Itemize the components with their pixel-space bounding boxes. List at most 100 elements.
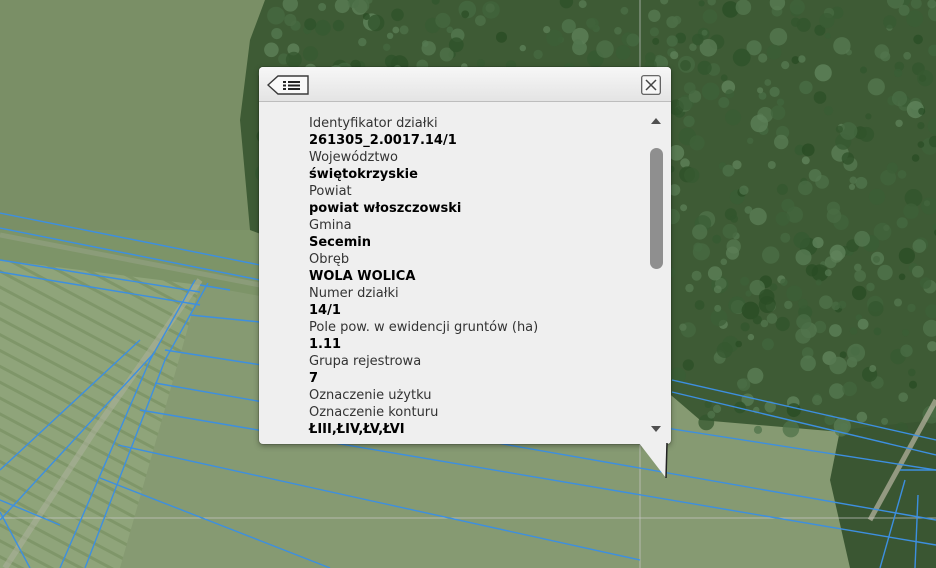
tree: [399, 25, 409, 35]
tree: [578, 0, 587, 9]
tree: [856, 411, 868, 423]
tree: [911, 154, 920, 162]
tree: [747, 333, 755, 341]
tree: [448, 37, 464, 53]
tree: [854, 230, 870, 247]
tree: [682, 359, 694, 371]
tree: [814, 64, 832, 82]
tree: [907, 303, 916, 313]
tree: [769, 86, 780, 97]
tree: [680, 60, 691, 71]
tree: [800, 355, 816, 372]
field-value: 1.11: [309, 337, 342, 352]
tree: [775, 211, 790, 226]
tree: [868, 301, 884, 317]
tree: [780, 278, 788, 286]
popup-content-area[interactable]: Identyfikator działki 261305_2.0017.14/1…: [263, 103, 643, 441]
tree: [701, 82, 720, 101]
field-value: powiat włoszczowski: [309, 201, 462, 216]
field-value: 261305_2.0017.14/1: [309, 133, 457, 148]
tree: [626, 33, 640, 47]
tree: [784, 300, 793, 310]
tree: [685, 283, 694, 293]
field-value: 7: [309, 371, 319, 386]
tree: [561, 19, 576, 34]
tree: [857, 318, 869, 330]
tree: [757, 87, 764, 94]
tree: [446, 26, 454, 34]
tree: [713, 404, 722, 413]
tree: [725, 109, 742, 126]
tree: [898, 247, 916, 264]
tree: [823, 106, 834, 116]
tree: [798, 180, 813, 196]
scroll-down-arrow-icon[interactable]: [650, 419, 662, 432]
tree: [747, 367, 764, 384]
field-value: Secemin: [309, 235, 371, 250]
tree: [799, 80, 813, 95]
tree: [332, 19, 345, 32]
tree: [712, 234, 722, 244]
tree: [895, 119, 903, 128]
tree: [645, 52, 656, 63]
tree: [285, 51, 302, 68]
tree: [860, 66, 867, 74]
tree: [797, 298, 808, 309]
tree: [812, 395, 823, 406]
tree: [891, 91, 908, 107]
tree: [707, 410, 716, 419]
tree: [304, 18, 317, 31]
field-label: Pole pow. w ewidencji gruntów (ha): [309, 320, 539, 335]
tree: [774, 134, 789, 150]
field-label: Identyfikator działki: [309, 116, 438, 131]
tree: [652, 37, 660, 45]
tree: [519, 44, 526, 52]
tree: [747, 137, 754, 144]
tree: [714, 304, 722, 312]
tree: [798, 55, 806, 63]
tree: [383, 43, 391, 51]
tree: [903, 203, 919, 219]
tree: [648, 9, 661, 22]
tree: [697, 60, 712, 75]
tree: [739, 185, 749, 195]
tree: [898, 392, 908, 403]
tree: [264, 42, 279, 58]
tree: [683, 115, 695, 128]
tree: [896, 217, 908, 229]
tree: [620, 6, 629, 15]
tree: [824, 32, 831, 39]
tree: [790, 17, 801, 27]
tree: [761, 338, 774, 351]
tree: [897, 170, 907, 179]
tree: [435, 12, 451, 29]
tree: [909, 380, 917, 389]
scroll-thumb[interactable]: [650, 148, 663, 269]
tree: [812, 237, 824, 249]
tree: [753, 425, 763, 434]
tree: [780, 232, 791, 243]
scroll-up-arrow-icon[interactable]: [650, 111, 662, 124]
tree: [913, 34, 923, 45]
tree: [573, 39, 583, 49]
tree: [855, 176, 868, 189]
close-icon[interactable]: [641, 75, 661, 95]
field-value: 14/1: [309, 303, 341, 318]
list-icon[interactable]: [266, 75, 311, 95]
tree: [615, 45, 631, 60]
tree: [689, 135, 705, 151]
tree: [776, 98, 785, 106]
field-label: Oznaczenie konturu: [309, 405, 439, 420]
tree: [881, 417, 889, 425]
tree: [815, 279, 822, 286]
tree: [720, 74, 728, 82]
popup-scrollbar[interactable]: [645, 103, 667, 441]
tree: [475, 15, 486, 26]
tree: [865, 113, 872, 120]
field-label-partial: ​: [309, 438, 639, 441]
tree: [898, 4, 910, 16]
field-label: Numer działki: [309, 286, 399, 301]
tree: [284, 13, 297, 27]
tree: [918, 107, 926, 115]
tree: [543, 26, 551, 34]
